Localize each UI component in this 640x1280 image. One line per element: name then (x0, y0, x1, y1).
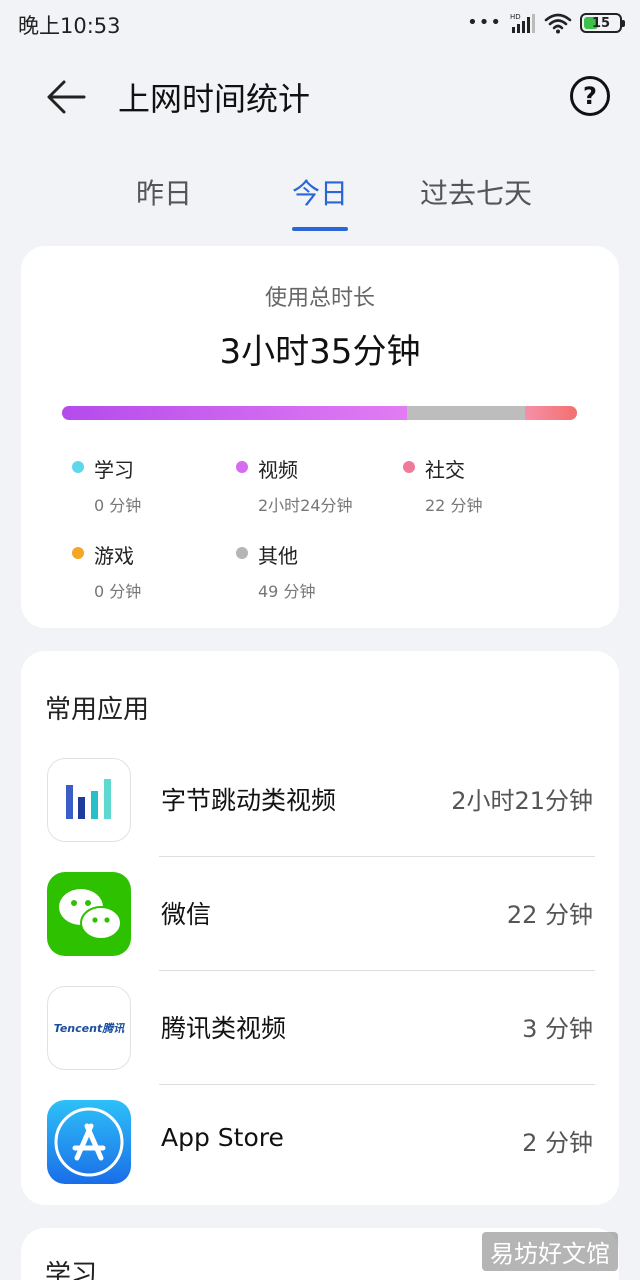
app-store-icon (47, 1100, 131, 1184)
question-mark-icon: ? (583, 82, 597, 110)
tab-today[interactable]: 今日 (292, 172, 348, 212)
legend-dot (403, 461, 415, 473)
legend-dot (72, 461, 84, 473)
app-name: 微信 (161, 900, 212, 929)
legend-value: 0 分钟 (94, 496, 142, 515)
legend-name: 视频 (258, 458, 298, 482)
legend-name: 学习 (94, 458, 134, 482)
frequent-apps-card: 常用应用 字节跳动类视频 2小时21分钟 微信 22 分钟 Tencent腾讯 … (21, 651, 619, 1205)
network-label: HD (510, 13, 521, 21)
app-name: 腾讯类视频 (161, 1014, 287, 1043)
status-icons: ••• HD 15 (467, 10, 625, 36)
app-row-tencent[interactable]: Tencent腾讯 腾讯类视频 3 分钟 (21, 971, 619, 1085)
watermark: 易坊好文馆 (482, 1232, 618, 1271)
help-button[interactable]: ? (570, 76, 610, 116)
app-name: App Store (161, 1123, 284, 1152)
back-arrow-icon (47, 80, 86, 114)
signal-icon: HD (510, 13, 535, 33)
legend-name: 社交 (425, 458, 465, 482)
tab-last-seven-days[interactable]: 过去七天 (420, 172, 532, 212)
app-time: 22 分钟 (506, 901, 593, 929)
tencent-logo-text: Tencent腾讯 (53, 1022, 125, 1035)
usage-bar-social-segment (525, 406, 577, 420)
usage-bar-other-segment (407, 406, 526, 420)
app-row-app-store[interactable]: App Store 2 分钟 (21, 1085, 619, 1199)
period-tabs: 昨日 今日 过去七天 (0, 164, 640, 236)
page-title: 上网时间统计 (118, 80, 311, 118)
app-time: 3 分钟 (522, 1015, 593, 1043)
legend-dot (72, 547, 84, 559)
legend-value: 22 分钟 (425, 496, 483, 515)
app-row-wechat[interactable]: 微信 22 分钟 (21, 857, 619, 971)
more-dots-icon: ••• (467, 12, 502, 33)
app-time: 2 分钟 (522, 1129, 593, 1157)
wifi-icon (544, 13, 572, 34)
status-time: 晚上10:53 (18, 14, 121, 38)
legend-dot (236, 547, 248, 559)
battery-icon: 15 (580, 13, 625, 33)
usage-bar-video-segment (62, 406, 408, 420)
tab-yesterday[interactable]: 昨日 (136, 172, 192, 212)
bytedance-icon (47, 758, 131, 842)
legend-value: 49 分钟 (258, 582, 316, 601)
battery-level: 15 (591, 15, 611, 31)
total-usage-value: 3小时35分钟 (219, 332, 421, 372)
legend-value: 0 分钟 (94, 582, 142, 601)
legend-name: 其他 (258, 544, 298, 568)
study-section-title: 学习 (45, 1260, 98, 1280)
legend-name: 游戏 (94, 544, 134, 568)
wechat-icon (47, 872, 131, 956)
app-time: 2小时21分钟 (451, 787, 593, 815)
usage-summary-card: 使用总时长 3小时35分钟 学习 0 分钟 视频 2小时24分钟 社交 22 分… (21, 246, 619, 628)
app-name: 字节跳动类视频 (161, 786, 337, 815)
total-usage-label: 使用总时长 (264, 286, 375, 311)
header: 上网时间统计 ? (0, 56, 640, 136)
legend-value: 2小时24分钟 (258, 496, 353, 515)
frequent-apps-title: 常用应用 (45, 695, 150, 725)
usage-bar (62, 406, 577, 420)
active-tab-indicator (292, 227, 348, 231)
app-row-bytedance[interactable]: 字节跳动类视频 2小时21分钟 (21, 743, 619, 857)
tencent-icon: Tencent腾讯 (47, 986, 131, 1070)
status-bar: 晚上10:53 ••• HD 15 (0, 0, 640, 46)
back-button[interactable] (42, 72, 92, 122)
legend-dot (236, 461, 248, 473)
